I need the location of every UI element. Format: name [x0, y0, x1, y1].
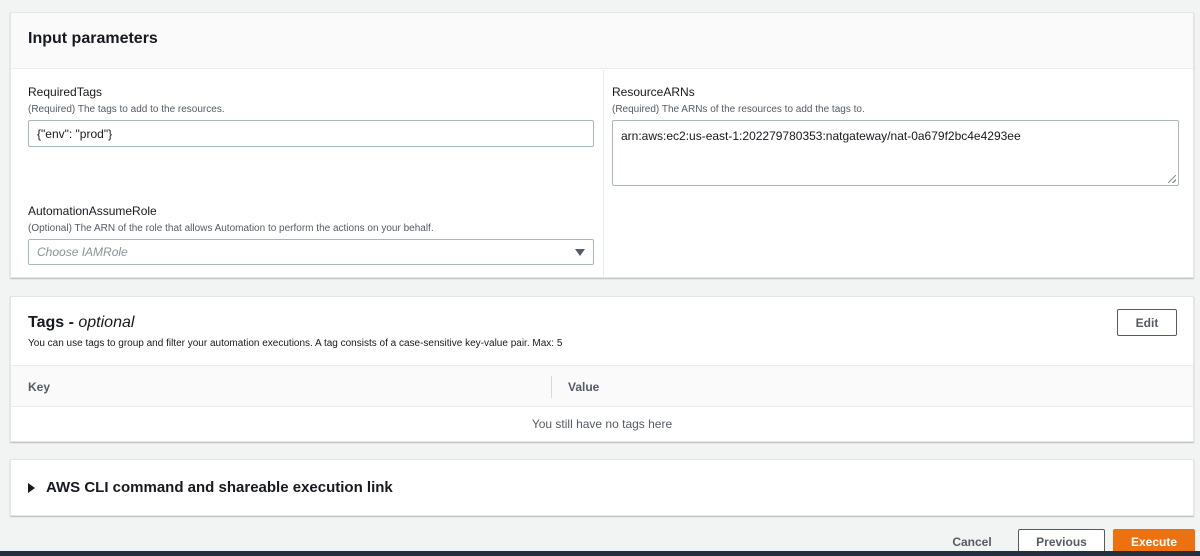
tags-title-main: Tags -	[28, 314, 79, 331]
resource-arns-label: ResourceARNs	[612, 85, 695, 99]
resource-arns-value: arn:aws:ec2:us-east-1:202279780353:natga…	[621, 129, 1021, 143]
automation-assume-role-description: (Optional) The ARN of the role that allo…	[28, 223, 434, 234]
tags-table-header: Key Value	[11, 365, 1193, 407]
bottom-bar	[0, 551, 1200, 556]
tags-panel: Tags - optional You can use tags to grou…	[10, 296, 1194, 442]
input-parameters-title: Input parameters	[11, 13, 1193, 69]
required-tags-description: (Required) The tags to add to the resour…	[28, 104, 225, 115]
tags-description: You can use tags to group and filter you…	[28, 338, 563, 349]
tags-title-optional: optional	[78, 314, 135, 331]
cli-expander[interactable]: AWS CLI command and shareable execution …	[28, 479, 393, 496]
resource-arns-field: ResourceARNs (Required) The ARNs of the …	[612, 85, 1179, 186]
required-tags-input[interactable]: {"env": "prod"}	[28, 120, 594, 147]
column-divider	[551, 376, 552, 398]
column-divider	[603, 70, 604, 278]
resource-arns-textarea[interactable]: arn:aws:ec2:us-east-1:202279780353:natga…	[612, 120, 1179, 186]
caret-right-icon	[28, 482, 35, 493]
automation-assume-role-label: AutomationAssumeRole	[28, 204, 157, 218]
input-parameters-panel: Input parameters RequiredTags (Required)…	[10, 12, 1194, 278]
tags-empty-message: You still have no tags here	[531, 417, 673, 431]
column-header-key: Key	[28, 380, 51, 394]
required-tags-label: RequiredTags	[28, 85, 103, 99]
edit-tags-button[interactable]: Edit	[1117, 309, 1177, 336]
resize-grip-icon[interactable]	[1168, 175, 1176, 183]
iam-role-select[interactable]: Choose IAMRole	[28, 239, 594, 265]
required-tags-field: RequiredTags (Required) The tags to add …	[28, 85, 594, 147]
automation-assume-role-field: AutomationAssumeRole (Optional) The ARN …	[28, 204, 594, 265]
resource-arns-description: (Required) The ARNs of the resources to …	[612, 104, 865, 115]
page: Input parameters RequiredTags (Required)…	[0, 0, 1200, 556]
column-header-value: Value	[568, 380, 600, 394]
cli-section-title: AWS CLI command and shareable execution …	[46, 479, 393, 496]
caret-down-icon	[575, 248, 585, 256]
cli-section[interactable]: AWS CLI command and shareable execution …	[10, 459, 1194, 516]
iam-role-placeholder: Choose IAMRole	[37, 245, 128, 259]
tags-header: Tags - optional You can use tags to grou…	[28, 314, 562, 349]
tags-title: Tags - optional	[28, 314, 562, 332]
